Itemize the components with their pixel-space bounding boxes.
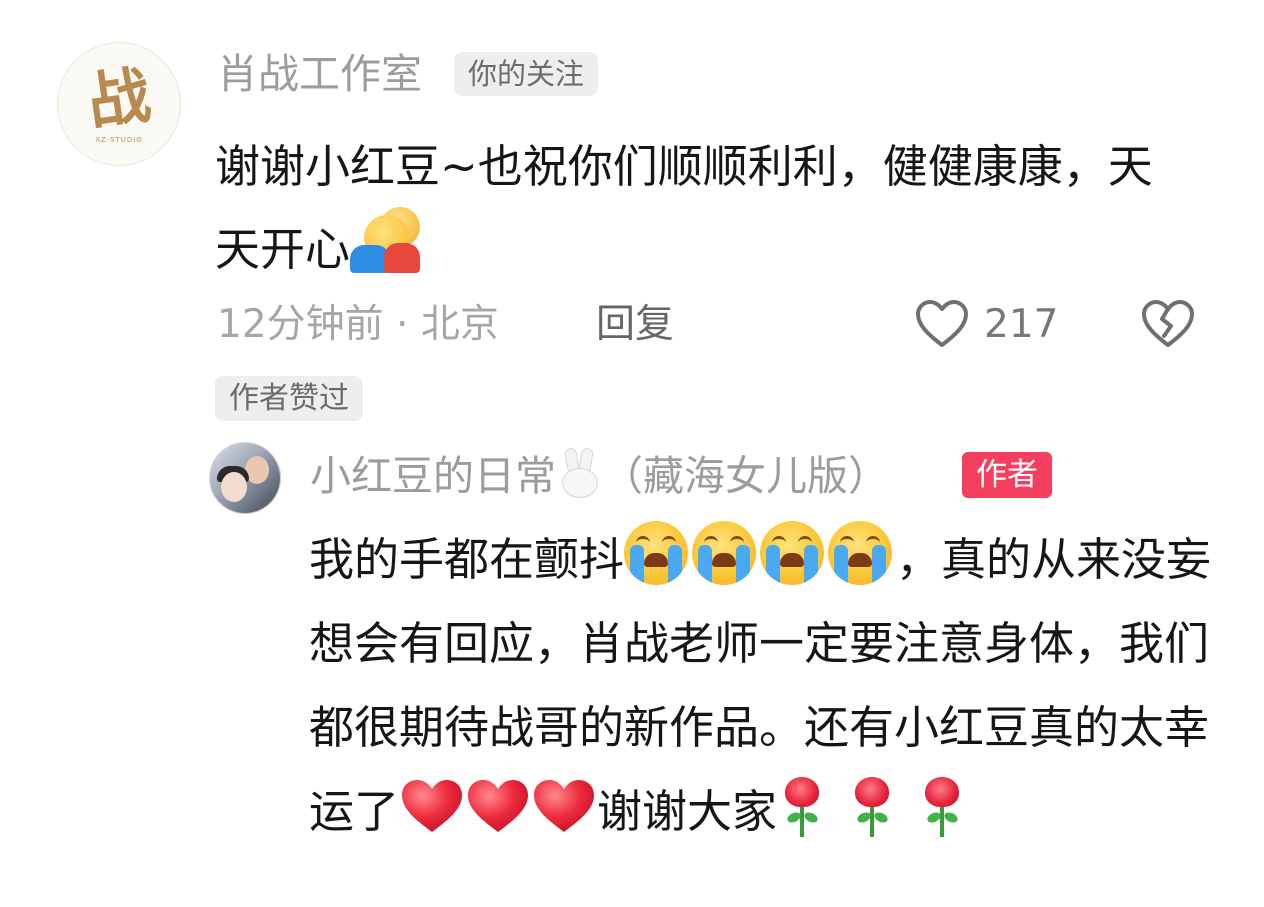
rabbit-emoji-icon <box>556 447 602 498</box>
comment-location: 北京 <box>420 302 499 347</box>
author-badge: 作者 <box>962 452 1052 498</box>
comment-meta: 12分钟前 · 北京 <box>217 300 499 350</box>
crying-face-emoji-icon <box>692 521 757 585</box>
rose-emoji-icon <box>777 775 827 839</box>
reply-body-part3: 谢谢大家 <box>597 785 778 838</box>
crying-face-emoji-icon <box>760 521 825 585</box>
broken-heart-outline-icon[interactable] <box>1140 298 1196 350</box>
reply-author-main: 小红豆的日常 <box>310 452 556 500</box>
following-badge: 你的关注 <box>454 52 599 96</box>
crying-face-emoji-icon <box>624 521 689 585</box>
reply-text: 我的手都在颤抖 ，真的从来没妄想会有回应，肖战老师一定要注意身体，我们都很期待战哥… <box>309 518 1214 854</box>
comment-text: 谢谢小红豆~也祝你们顺顺利利，健健康康，天天开心 <box>215 125 1175 291</box>
like-count: 217 <box>984 302 1059 347</box>
heart-outline-icon[interactable] <box>914 298 970 350</box>
rose-emoji-icon <box>917 775 967 839</box>
comment-time: 12分钟前 <box>217 302 384 347</box>
author-liked-badge: 作者赞过 <box>215 376 363 421</box>
reply-author-name[interactable]: 小红豆的日常 （藏海女儿版） <box>310 447 889 503</box>
red-heart-emoji-icon <box>402 780 463 832</box>
studio-avatar[interactable]: 战 XZ·STUDIO <box>57 42 181 166</box>
meta-separator: · <box>383 302 421 347</box>
red-heart-emoji-icon <box>468 780 529 832</box>
crying-face-emoji-icon <box>828 521 893 585</box>
rose-emoji-icon <box>847 775 897 839</box>
reply-author-suffix: （藏海女儿版） <box>602 452 889 500</box>
avatar-logo-glyph: 战 <box>83 58 155 139</box>
red-heart-emoji-icon <box>534 780 595 832</box>
comment-author-name[interactable]: 肖战工作室 <box>217 48 422 100</box>
reply-body-part1: 我的手都在颤抖 <box>309 533 625 586</box>
hugging-face-emoji-icon <box>350 207 421 273</box>
reply-button[interactable]: 回复 <box>596 300 674 350</box>
reply-user-avatar[interactable] <box>209 442 281 514</box>
